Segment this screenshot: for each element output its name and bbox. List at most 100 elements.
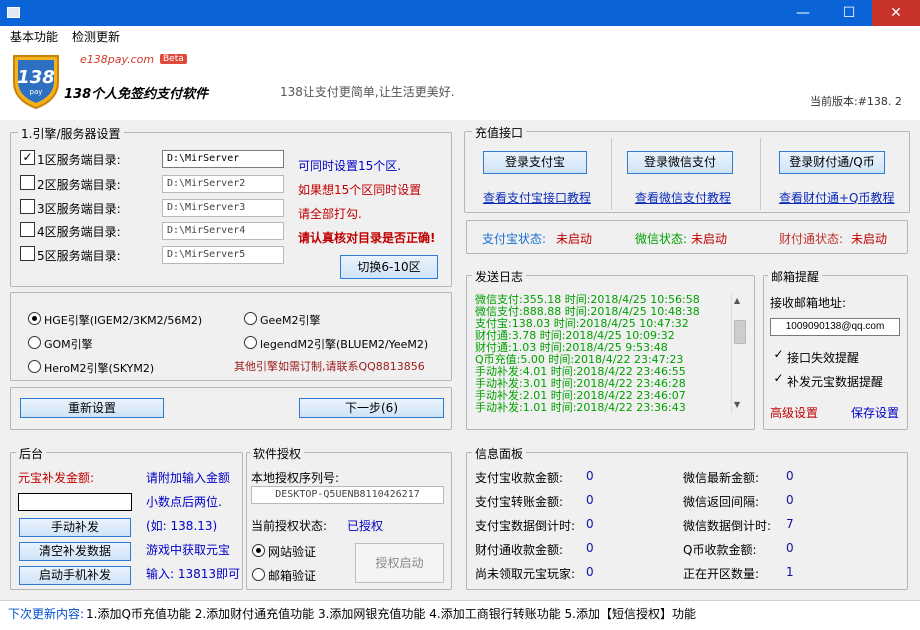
engine-hero-label: HeroM2引擎(SKYM2) [44, 362, 155, 375]
switch-zone-button[interactable]: 切换6-10区 [340, 255, 438, 279]
engine-gom-label: GOM引擎 [44, 338, 93, 351]
mail-verify-label: 邮箱验证 [268, 569, 317, 583]
login-alipay-button[interactable]: 登录支付宝 [483, 151, 587, 174]
info-label: 尚未领取元宝玩家: [475, 567, 576, 581]
menu-check-update[interactable]: 检测更新 [72, 28, 120, 45]
minimize-button[interactable]: — [780, 0, 826, 26]
server1-checkbox[interactable]: ✓ [20, 150, 35, 165]
server5-path[interactable]: D:\MirServer5 [162, 246, 284, 264]
engine-gee-radio[interactable] [244, 312, 257, 325]
server2-label: 2区服务端目录: [37, 178, 121, 192]
server2-checkbox[interactable] [20, 175, 35, 190]
server1-path[interactable]: D:\MirServer [162, 150, 284, 168]
engine-gom-radio[interactable] [28, 336, 41, 349]
mail-verify-radio[interactable] [252, 568, 265, 581]
info-label: 微信数据倒计时: [683, 519, 772, 533]
server3-checkbox[interactable] [20, 199, 35, 214]
scroll-thumb[interactable] [734, 320, 746, 344]
advanced-settings-link[interactable]: 高级设置 [770, 404, 818, 421]
login-tenpay-button[interactable]: 登录财付通/Q币 [779, 151, 885, 174]
tenpay-status-label: 财付通状态: [779, 232, 844, 246]
serial-field[interactable]: DESKTOP-Q5UENB8110426217 [251, 486, 444, 504]
tenpay-tutorial-link[interactable]: 查看财付通+Q币教程 [779, 189, 895, 206]
tenpay-status-value: 未启动 [851, 232, 888, 246]
info-value: 1 [786, 565, 794, 579]
engine-legend-label: legendM2引擎(BLUEM2/YeeM2) [260, 338, 429, 351]
app-title: 138个人免签约支付软件 [64, 87, 209, 102]
menu-basic[interactable]: 基本功能 [10, 28, 58, 45]
hint-line-3: 请全部打勾. [298, 207, 362, 221]
reset-button[interactable]: 重新设置 [20, 398, 164, 418]
license-start-button[interactable]: 授权启动 [355, 543, 444, 583]
menu-bar [0, 26, 920, 46]
save-settings-link[interactable]: 保存设置 [851, 404, 899, 421]
next-button[interactable]: 下一步(6) [299, 398, 444, 418]
info-label: 正在开区数量: [683, 567, 760, 581]
server3-path[interactable]: D:\MirServer3 [162, 199, 284, 217]
backend-legend: 后台 [16, 445, 47, 462]
info-value: 0 [586, 541, 594, 555]
hint-line-1: 可同时设置15个区. [298, 159, 402, 173]
engine-hge-radio[interactable] [28, 312, 41, 325]
engine-gee-label: GeeM2引擎 [260, 314, 321, 327]
send-log-list[interactable]: 微信支付:355.18 时间:2018/4/25 10:56:58 微信支付:8… [475, 294, 727, 418]
server2-path[interactable]: D:\MirServer2 [162, 175, 284, 193]
mobile-resend-button[interactable]: 启动手机补发 [19, 566, 131, 585]
scroll-down-icon[interactable]: ▼ [734, 400, 740, 409]
alipay-status-value: 未启动 [556, 232, 593, 246]
mail-address-label: 接收邮箱地址: [770, 296, 847, 310]
server4-label: 4区服务端目录: [37, 225, 121, 239]
alipay-tutorial-link[interactable]: 查看支付宝接口教程 [483, 189, 591, 206]
backend-hint-5: 输入: 13813即可 [146, 567, 241, 581]
web-verify-radio[interactable] [252, 544, 265, 557]
send-log-legend: 发送日志 [472, 268, 527, 285]
license-status-value: 已授权 [347, 519, 384, 533]
server4-checkbox[interactable] [20, 222, 35, 237]
logo-site: e138pay.com [80, 53, 155, 66]
mail-opt2-checkbox[interactable]: ✓ [771, 372, 786, 387]
info-label: 支付宝收款金额: [475, 471, 564, 485]
alipay-status-label: 支付宝状态: [482, 232, 547, 246]
info-label: Q币收款金额: [683, 543, 757, 557]
logo-sub: pay [30, 88, 43, 96]
server5-checkbox[interactable] [20, 246, 35, 261]
wechat-tutorial-link[interactable]: 查看微信支付教程 [635, 189, 731, 206]
info-value: 0 [586, 517, 594, 531]
scroll-up-icon[interactable]: ▲ [734, 296, 740, 305]
slogan: 138让支付更简单,让生活更美好. [280, 85, 455, 99]
info-value: 0 [786, 469, 794, 483]
clear-resend-button[interactable]: 清空补发数据 [19, 542, 131, 561]
manual-resend-button[interactable]: 手动补发 [19, 518, 131, 537]
info-label: 微信最新金额: [683, 471, 760, 485]
server4-path[interactable]: D:\MirServer4 [162, 222, 284, 240]
info-label: 支付宝数据倒计时: [475, 519, 576, 533]
info-panel-legend: 信息面板 [472, 445, 527, 462]
info-value: 0 [586, 493, 594, 507]
engine-hero-radio[interactable] [28, 360, 41, 373]
amount-input[interactable] [18, 493, 132, 511]
mail-opt1-label: 接口失效提醒 [787, 351, 860, 365]
mail-address-input[interactable]: 1009090138@qq.com [770, 318, 900, 336]
hint-line-2: 如果想15个区同时设置 [298, 183, 422, 197]
recharge-legend: 充值接口 [472, 124, 527, 141]
beta-badge: Beta [160, 54, 187, 64]
engine-settings-legend: 1.引擎/服务器设置 [18, 125, 124, 142]
mail-opt1-checkbox[interactable]: ✓ [771, 348, 786, 363]
mail-legend: 邮箱提醒 [768, 268, 823, 285]
backend-hint-3: (如: 138.13) [146, 519, 218, 533]
info-value: 7 [786, 517, 794, 531]
hint-line-4: 请认真核对目录是否正确! [298, 231, 436, 245]
logo: 138 pay [4, 50, 68, 110]
license-legend: 软件授权 [250, 445, 305, 462]
info-value: 0 [586, 469, 594, 483]
footer-label: 下次更新内容: [8, 607, 85, 621]
backend-hint-2: 小数点后两位. [146, 495, 222, 509]
info-value: 0 [786, 493, 794, 507]
info-label: 财付通收款金额: [475, 543, 564, 557]
close-button[interactable]: ✕ [872, 0, 920, 26]
engine-legend-radio[interactable] [244, 336, 257, 349]
maximize-button[interactable]: ☐ [826, 0, 872, 26]
log-scrollbar[interactable]: ▲ ▼ [731, 294, 748, 414]
login-wechat-button[interactable]: 登录微信支付 [627, 151, 733, 174]
app-icon [7, 7, 20, 18]
